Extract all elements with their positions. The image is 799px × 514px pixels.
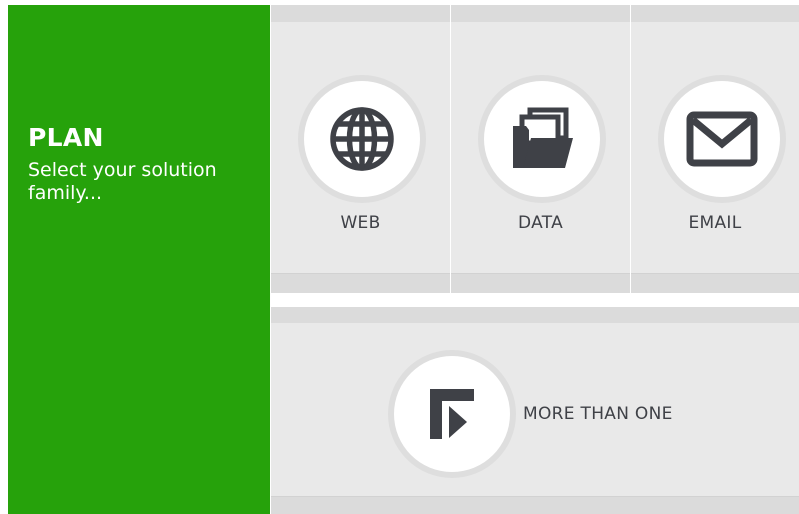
option-more-label: MORE THAN ONE [523,404,673,424]
option-more-than-one[interactable]: MORE THAN ONE [388,350,708,478]
option-data-label: DATA [518,213,563,233]
envelope-icon [686,111,758,167]
solution-family-selector: PLAN Select your solution family... WEB … [0,0,799,514]
plan-panel: PLAN Select your solution family... [8,5,270,514]
section-separator [271,293,799,307]
plan-subtitle: Select your solution family... [28,159,217,204]
grid-bottom-strip [271,273,799,293]
option-more-circle [388,350,516,478]
plan-title: PLAN [28,123,104,152]
panel-bottom-strip [271,496,799,514]
option-email[interactable]: EMAIL [631,22,799,273]
option-web-circle [298,75,426,203]
grid-top-strip [271,5,799,22]
panel-top-strip [271,307,799,323]
option-email-circle [658,75,786,203]
option-data[interactable]: DATA [451,22,630,273]
option-web[interactable]: WEB [271,22,450,273]
folder-icon [513,107,573,168]
more-options-panel: MORE THAN ONE [271,307,799,514]
option-web-label: WEB [340,213,381,233]
globe-icon [330,107,394,171]
option-data-circle [478,75,606,203]
corner-arrow-icon [430,389,474,439]
solution-options-grid: WEB DATA EMAIL [271,5,799,293]
option-email-label: EMAIL [688,213,742,233]
